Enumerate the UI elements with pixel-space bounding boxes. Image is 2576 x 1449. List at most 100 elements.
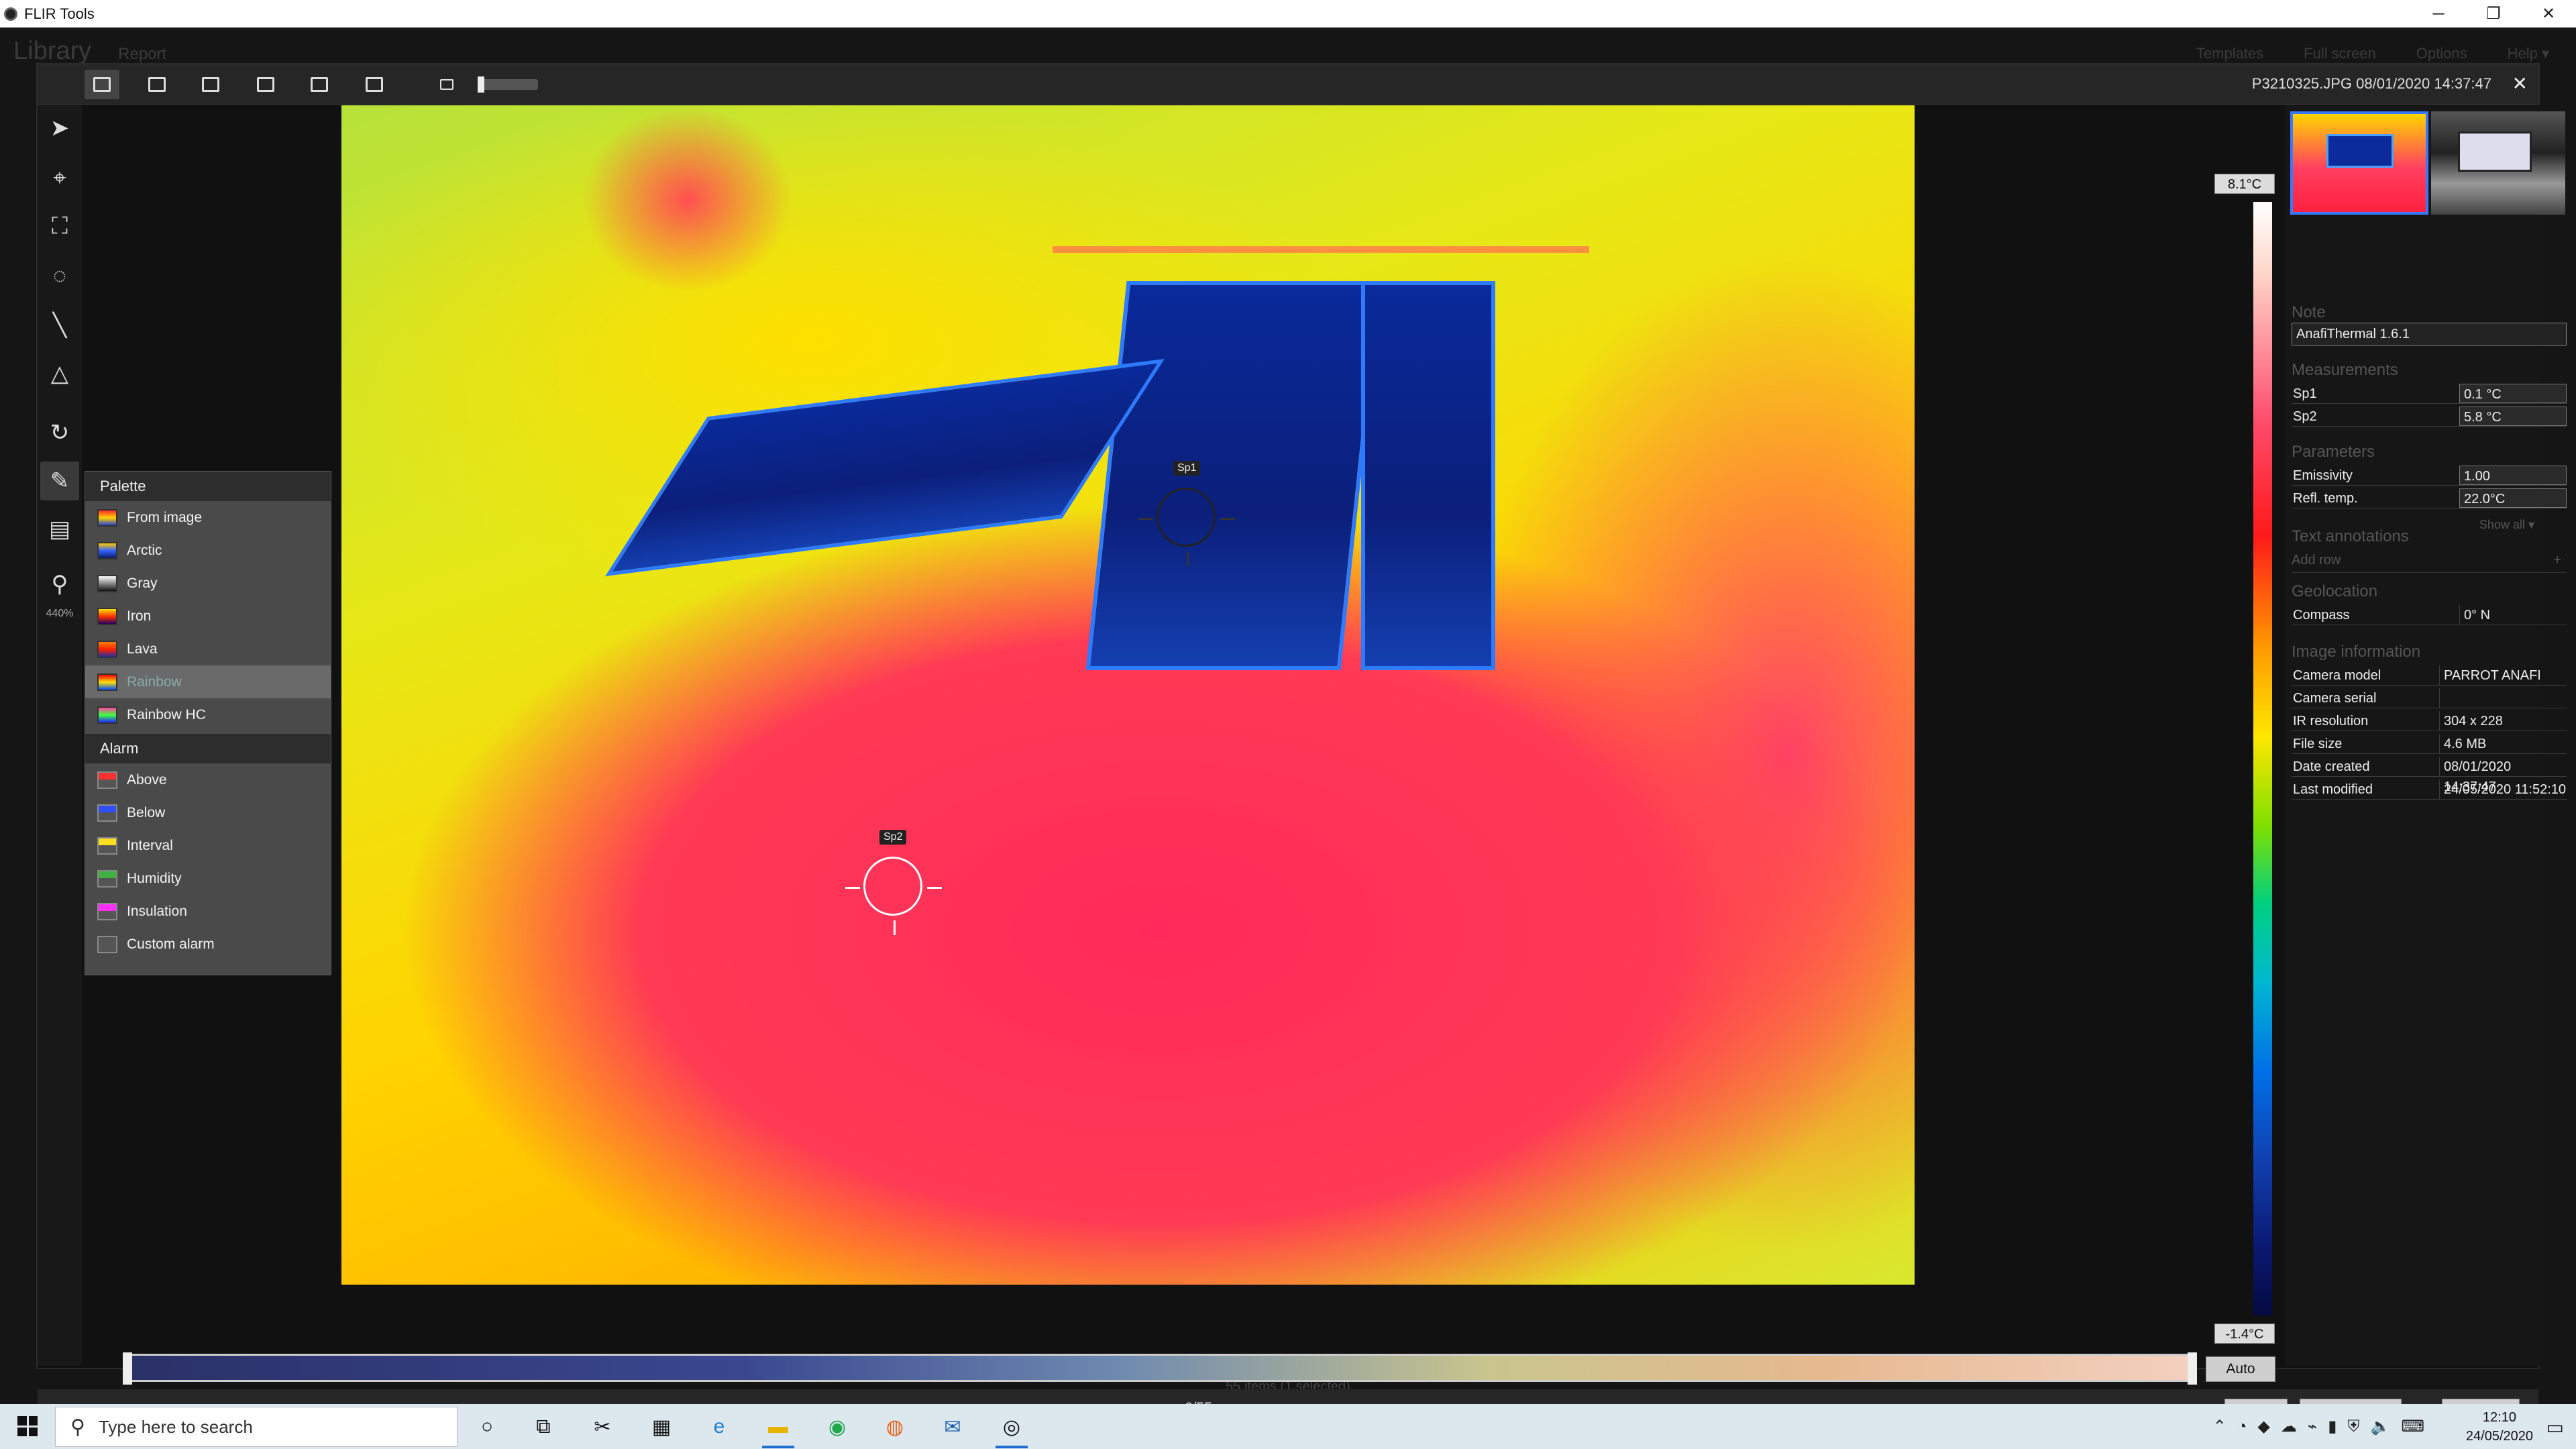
windows-start-button[interactable]	[17, 1416, 38, 1436]
measurement-value: 0.1 °C	[2459, 384, 2567, 403]
add-annotation-row[interactable]: Add row +	[2292, 553, 2567, 573]
minimize-button[interactable]: ─	[2411, 0, 2466, 28]
parameters-title: Parameters	[2292, 443, 2375, 461]
flir-tools-taskbar-icon[interactable]: ◎	[996, 1413, 1028, 1448]
color-distribution-tool[interactable]: ▤	[40, 510, 79, 549]
spot-sp2-marker[interactable]	[845, 857, 942, 935]
close-window-button[interactable]: ✕	[2521, 0, 2576, 28]
thermal-image[interactable]: Sp1 Sp2	[341, 105, 1915, 1285]
palette-item-lava[interactable]: Lava	[85, 633, 331, 665]
rotate-tool[interactable]: ↻	[40, 413, 79, 452]
auto-adjust-button[interactable]: Auto	[2206, 1356, 2275, 1382]
msx-slider[interactable]	[478, 76, 538, 93]
palette-item-rainbow-hc[interactable]: Rainbow HC	[85, 698, 331, 731]
alarm-item-custom-alarm[interactable]: Custom alarm	[85, 928, 331, 961]
palette-swatch-icon	[97, 673, 117, 691]
emissivity-input[interactable]: 1.00	[2459, 466, 2567, 485]
histogram-min-handle[interactable]	[123, 1352, 132, 1385]
spot-sp1-label: Sp1	[1173, 461, 1201, 476]
view-blending-button[interactable]	[248, 70, 283, 99]
alarm-item-below[interactable]: Below	[85, 796, 331, 829]
temperature-scale-bar	[2253, 202, 2272, 1316]
circle-tool[interactable]: ◌	[40, 256, 79, 295]
tray-app-icon[interactable]: ◔	[2237, 1417, 2247, 1436]
show-all-dropdown[interactable]: Show all ▾	[2479, 518, 2534, 532]
tray-dropbox-icon[interactable]: ◆	[2257, 1417, 2269, 1436]
view-msx-button[interactable]	[357, 70, 392, 99]
refl-temp-input[interactable]: 22.0°C	[2459, 488, 2567, 508]
parameter-row-emissivity[interactable]: Emissivity 1.00	[2292, 466, 2567, 486]
palette-header: Palette	[85, 472, 331, 501]
tray-volume-icon[interactable]: 🔈	[2370, 1417, 2390, 1436]
ir-thumbnail[interactable]	[2290, 111, 2428, 215]
palette-item-rainbow[interactable]: Rainbow	[85, 665, 331, 698]
calculator-icon[interactable]: ▦	[648, 1413, 675, 1440]
task-view-icon[interactable]: ⧉	[530, 1413, 557, 1440]
add-plus-icon[interactable]: +	[2553, 553, 2561, 568]
geo-name: Compass	[2293, 608, 2350, 623]
file-explorer-icon[interactable]: ▬	[762, 1413, 794, 1448]
image-information-title: Image information	[2292, 643, 2421, 661]
taskbar-search-box[interactable]: ⚲ Type here to search	[55, 1407, 458, 1447]
image-info-row: Date created 08/01/2020 14:37:47	[2292, 757, 2567, 794]
notification-center-icon[interactable]: ▭	[2546, 1416, 2564, 1438]
note-field[interactable]: AnafiThermal 1.6.1	[2292, 323, 2567, 345]
scale-max-temp[interactable]: 8.1°C	[2214, 174, 2275, 194]
parameter-row-refl-temp[interactable]: Refl. temp. 22.0°C	[2292, 488, 2567, 508]
editor-close-button[interactable]: ✕	[2512, 72, 2528, 95]
view-photo-button[interactable]	[140, 70, 174, 99]
zoom-tool[interactable]: ⚲	[40, 565, 79, 604]
alarm-item-interval[interactable]: Interval	[85, 829, 331, 862]
alarm-item-humidity[interactable]: Humidity	[85, 862, 331, 895]
info-value: 4.6 MB	[2439, 734, 2567, 753]
temperature-histogram-slider[interactable]	[123, 1352, 2197, 1385]
roof-glass-pane-left	[605, 359, 1165, 576]
view-fusion-button[interactable]	[193, 70, 228, 99]
palette-item-gray[interactable]: Gray	[85, 567, 331, 600]
line-tool[interactable]: ╲	[40, 306, 79, 345]
view-ir-button[interactable]	[85, 70, 119, 99]
taskbar-clock[interactable]: 12:10 24/05/2020	[2466, 1408, 2533, 1446]
select-tool[interactable]: ➤	[40, 109, 79, 148]
view-pip-button[interactable]	[302, 70, 337, 99]
restore-button[interactable]: ❐	[2466, 0, 2521, 28]
palette-popup: Palette From image Arctic Gray Iron Lava Rain…	[85, 471, 331, 975]
alarm-item-above[interactable]: Above	[85, 763, 331, 796]
msx-slider-knob[interactable]	[478, 76, 484, 93]
alarm-swatch-icon	[97, 869, 117, 888]
windows-logo-icon	[17, 1416, 27, 1426]
tray-keyboard-icon[interactable]: ⌨	[2401, 1417, 2424, 1436]
outlook-icon[interactable]: ✉	[939, 1413, 966, 1440]
editor-top-toolbar: P3210325.JPG 08/01/2020 14:37:47 ✕	[38, 64, 2538, 105]
histogram-max-handle[interactable]	[2188, 1352, 2197, 1385]
spot-tool[interactable]: ⌖	[40, 158, 79, 197]
palette-item-iron[interactable]: Iron	[85, 600, 331, 633]
measurement-row-sp2[interactable]: Sp2 5.8 °C	[2292, 407, 2567, 427]
edge-browser-icon[interactable]: e	[706, 1413, 733, 1440]
scale-min-temp[interactable]: -1.4°C	[2214, 1324, 2275, 1344]
measurement-row-sp1[interactable]: Sp1 0.1 °C	[2292, 384, 2567, 404]
zoom-level: 440%	[46, 608, 74, 619]
cortana-icon[interactable]: ○	[474, 1413, 500, 1440]
tray-battery-icon[interactable]: ▮	[2328, 1417, 2337, 1436]
tray-cloud-icon[interactable]: ☁	[2281, 1417, 2297, 1436]
palette-item-from-image[interactable]: From image	[85, 501, 331, 534]
firefox-icon[interactable]: ◍	[881, 1413, 908, 1440]
palette-item-label: Rainbow HC	[127, 706, 206, 722]
alarm-swatch-icon	[97, 771, 117, 789]
tray-chevron-up-icon[interactable]: ⌃	[2213, 1417, 2226, 1436]
visual-thumbnail[interactable]	[2431, 111, 2565, 215]
palette-item-arctic[interactable]: Arctic	[85, 534, 331, 567]
tray-security-icon[interactable]: ⛨	[2347, 1417, 2359, 1436]
snipping-tool-icon[interactable]: ✂	[589, 1413, 616, 1440]
palette-tool[interactable]: ✎	[40, 462, 79, 500]
alarm-item-insulation[interactable]: Insulation	[85, 895, 331, 928]
delta-tool[interactable]: △	[40, 354, 79, 393]
whatsapp-icon[interactable]: ◉	[824, 1413, 851, 1440]
palette-swatch-icon	[97, 508, 117, 527]
fit-to-window-button[interactable]	[429, 70, 464, 99]
box-tool[interactable]: ⛶	[40, 207, 79, 246]
left-tool-bar: ➤ ⌖ ⛶ ◌ ╲ △ ↻ ✎ ▤ ⚲ 440%	[38, 105, 82, 1366]
spot-sp1-marker[interactable]	[1138, 488, 1235, 566]
tray-network-icon[interactable]: ⌁	[2308, 1417, 2317, 1436]
